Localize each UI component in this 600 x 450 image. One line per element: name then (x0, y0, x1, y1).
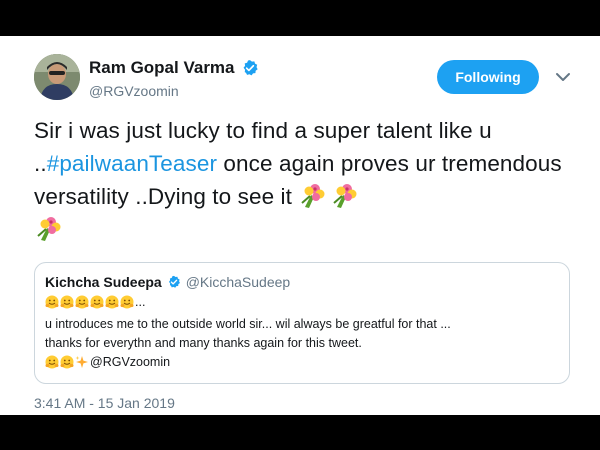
quoted-line1-suffix: ... (135, 295, 146, 309)
author-avatar[interactable] (34, 54, 80, 100)
hugging-face-icon (45, 355, 59, 369)
chevron-down-icon[interactable] (555, 71, 571, 83)
quoted-author-name: Kichcha Sudeepa (45, 274, 162, 290)
quoted-line2: u introduces me to the outside world sir… (45, 317, 451, 331)
quoted-mention-link[interactable]: @RGVzoomin (90, 355, 170, 369)
bouquet-icon (301, 184, 325, 208)
following-button[interactable]: Following (437, 60, 539, 94)
quoted-tweet[interactable]: Kichcha Sudeepa @KicchaSudeep ... u intr… (34, 262, 570, 384)
quoted-line4: @RGVzoomin (45, 355, 170, 369)
hugging-face-icon (90, 295, 104, 309)
sparkles-icon (75, 356, 88, 368)
hugging-face-icon (60, 295, 74, 309)
bouquet-icon (333, 184, 357, 208)
hugging-face-icon (45, 295, 59, 309)
author-name[interactable]: Ram Gopal Varma (89, 58, 235, 78)
tweet-timestamp[interactable]: 3:41 AM - 15 Jan 2019 (34, 395, 175, 411)
verified-badge-icon (168, 275, 180, 288)
hugging-face-icon (105, 295, 119, 309)
avatar-photo (34, 54, 80, 100)
quoted-line3: thanks for everythn and many thanks agai… (45, 336, 362, 350)
hashtag-link[interactable]: #pailwaanTeaser (47, 151, 217, 176)
quoted-author-handle: @KicchaSudeep (185, 274, 291, 290)
author-name-row[interactable]: Ram Gopal Varma (89, 58, 259, 78)
hugging-face-icon (120, 295, 134, 309)
hugging-face-icon (60, 355, 74, 369)
tweet-card: Ram Gopal Varma @RGVzoomin Following Sir… (0, 36, 600, 415)
author-handle[interactable]: @RGVzoomin (89, 83, 179, 99)
quoted-author-row: Kichcha Sudeepa @KicchaSudeep (45, 274, 290, 290)
quoted-line-emojis: ... (45, 295, 145, 309)
tweet-text: Sir i was just lucky to find a super tal… (34, 114, 579, 246)
verified-badge-icon (243, 60, 258, 76)
hugging-face-icon (75, 295, 89, 309)
bouquet-icon (37, 217, 61, 241)
